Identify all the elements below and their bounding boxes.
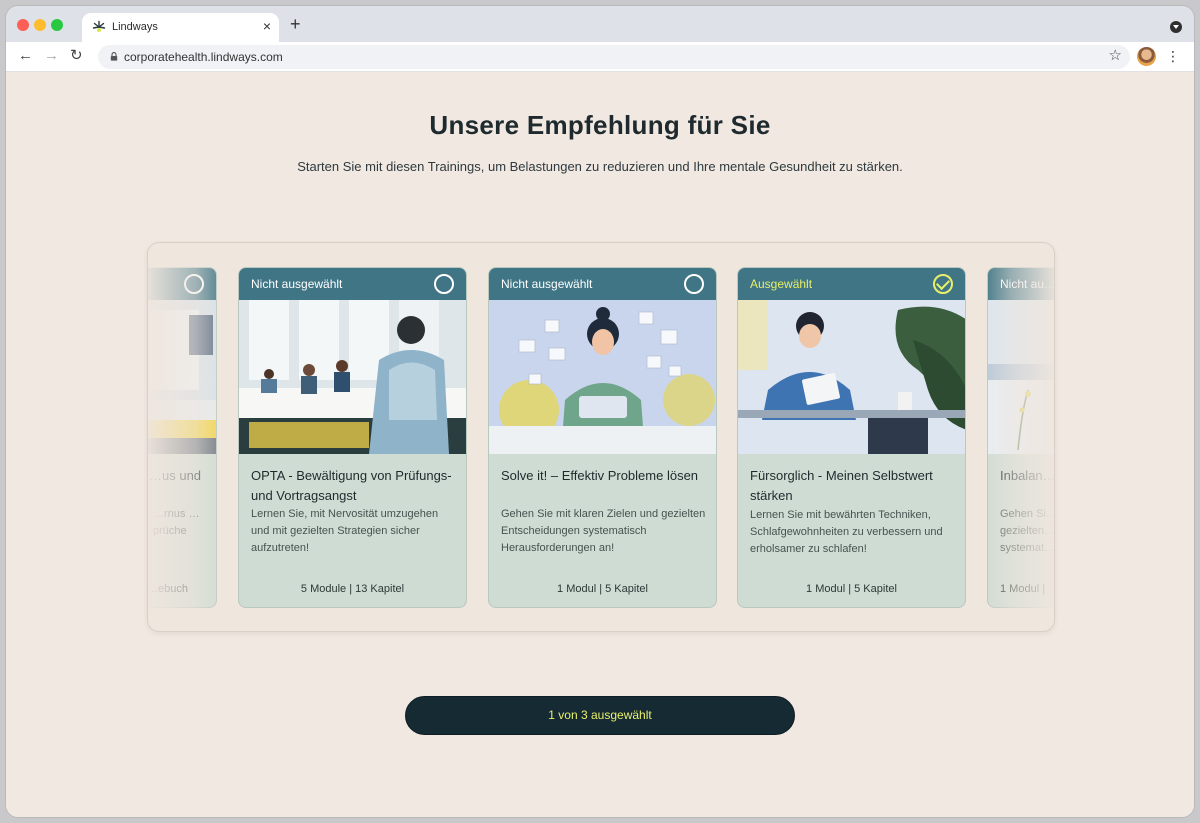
card-description: …rnus …prüche bbox=[153, 508, 200, 537]
card-image bbox=[239, 300, 466, 454]
card-description: Gehen Sie mit klaren Zielen und gezielte… bbox=[501, 508, 706, 554]
card-title: …us und bbox=[149, 468, 202, 483]
plus-icon[interactable]: + bbox=[290, 15, 301, 33]
card-image bbox=[988, 300, 1054, 454]
lindways-logo-icon bbox=[92, 20, 106, 32]
card-meta: 5 Module | 13 Kapitel bbox=[300, 583, 405, 595]
card-title: OPTA - Bewältigung von Prüfungs- und Vor… bbox=[251, 468, 452, 503]
page-title: Unsere Empfehlung für Sie bbox=[429, 110, 771, 140]
card-image bbox=[148, 300, 216, 454]
reload-icon[interactable]: ↻ bbox=[70, 47, 83, 65]
card-description: Lernen Sie mit bewährten Techniken, Schl… bbox=[750, 509, 943, 555]
star-icon[interactable]: ☆ bbox=[1109, 47, 1122, 65]
card-header: Nicht ausgewählt bbox=[239, 268, 466, 300]
close-window-button[interactable] bbox=[17, 19, 29, 31]
back-arrow-icon[interactable]: ← bbox=[18, 47, 33, 65]
card-title: Solve it! – Effektiv Probleme lösen bbox=[501, 468, 699, 483]
selection-status: Nicht au… bbox=[1000, 277, 1055, 291]
card-image bbox=[489, 300, 716, 454]
url-text[interactable]: corporatehealth.lindways.com bbox=[124, 50, 283, 64]
check-circle-icon[interactable] bbox=[434, 274, 454, 294]
card-header: Nicht ausgewählt bbox=[489, 268, 716, 300]
check-circle-icon[interactable] bbox=[184, 274, 204, 294]
card-title: Fürsorglich - Meinen Selbstwert stärken bbox=[750, 468, 933, 503]
minimize-window-button[interactable] bbox=[34, 19, 46, 31]
tab-strip: Lindways × + bbox=[6, 6, 1194, 42]
card-meta: …ebuch bbox=[147, 583, 188, 595]
check-circle-icon[interactable] bbox=[684, 274, 704, 294]
tab-search-button[interactable] bbox=[1170, 21, 1182, 33]
training-carousel[interactable]: …us und …rnus …prüche …ebuch Nicht ausge… bbox=[147, 242, 1055, 632]
card-header: Ausgewählt bbox=[738, 268, 965, 300]
selection-count-label: 1 von 3 ausgewählt bbox=[548, 708, 652, 722]
kebab-menu-icon[interactable]: ⋮ bbox=[1166, 48, 1180, 64]
forward-arrow-icon[interactable]: → bbox=[44, 47, 59, 65]
selection-status: Nicht ausgewählt bbox=[501, 277, 593, 291]
maximize-window-button[interactable] bbox=[51, 19, 63, 31]
browser-window: Lindways × + ← → ↻ corporatehealth.lindw… bbox=[6, 6, 1194, 817]
close-icon[interactable]: × bbox=[263, 18, 271, 34]
browser-tab[interactable]: Lindways × bbox=[82, 13, 279, 42]
card-image bbox=[738, 300, 965, 454]
card-header: Nicht au… bbox=[988, 268, 1055, 300]
lock-icon bbox=[110, 52, 118, 61]
selection-status: Ausgewählt bbox=[750, 277, 813, 291]
selection-count-button[interactable]: 1 von 3 ausgewählt bbox=[405, 696, 795, 735]
card-meta: 1 Modul | bbox=[1000, 583, 1046, 595]
training-card-fuersorglich[interactable]: Ausgewählt Fürsorglich - Meinen Selbstwe… bbox=[737, 267, 966, 608]
card-meta: 1 Modul | 5 Kapitel bbox=[557, 583, 648, 595]
avatar[interactable] bbox=[1137, 47, 1156, 66]
card-description: Lernen Sie, mit Nervosität umzugehen und… bbox=[251, 508, 439, 554]
training-card-opta[interactable]: Nicht ausgewählt OPTA - Bewältigung von … bbox=[238, 267, 467, 608]
browser-toolbar: ← → ↻ corporatehealth.lindways.com ☆ ⋮ bbox=[6, 42, 1194, 72]
check-circle-icon[interactable] bbox=[933, 274, 953, 294]
card-meta: 1 Modul | 5 Kapitel bbox=[806, 583, 897, 595]
training-card[interactable]: …us und …rnus …prüche …ebuch bbox=[147, 267, 217, 608]
tab-title: Lindways bbox=[112, 21, 158, 33]
page-subtitle: Starten Sie mit diesen Trainings, um Bel… bbox=[297, 159, 903, 174]
card-title: Inbalan… bbox=[1000, 468, 1055, 483]
card-header bbox=[148, 268, 216, 300]
selection-status: Nicht ausgewählt bbox=[251, 277, 343, 291]
training-card-inbalance[interactable]: Nicht au… Inbalan… Gehen Si… gezielten… … bbox=[987, 267, 1055, 608]
checkmark-icon bbox=[935, 275, 951, 291]
training-card-solve-it[interactable]: Nicht ausgewählt Solve it! – Effektiv Pr… bbox=[488, 267, 717, 608]
address-bar[interactable]: corporatehealth.lindways.com ☆ bbox=[98, 45, 1130, 69]
card-description: Gehen Si… gezielten… systemat… bbox=[1000, 508, 1055, 554]
page-content: Unsere Empfehlung für Sie Starten Sie mi… bbox=[6, 72, 1194, 817]
